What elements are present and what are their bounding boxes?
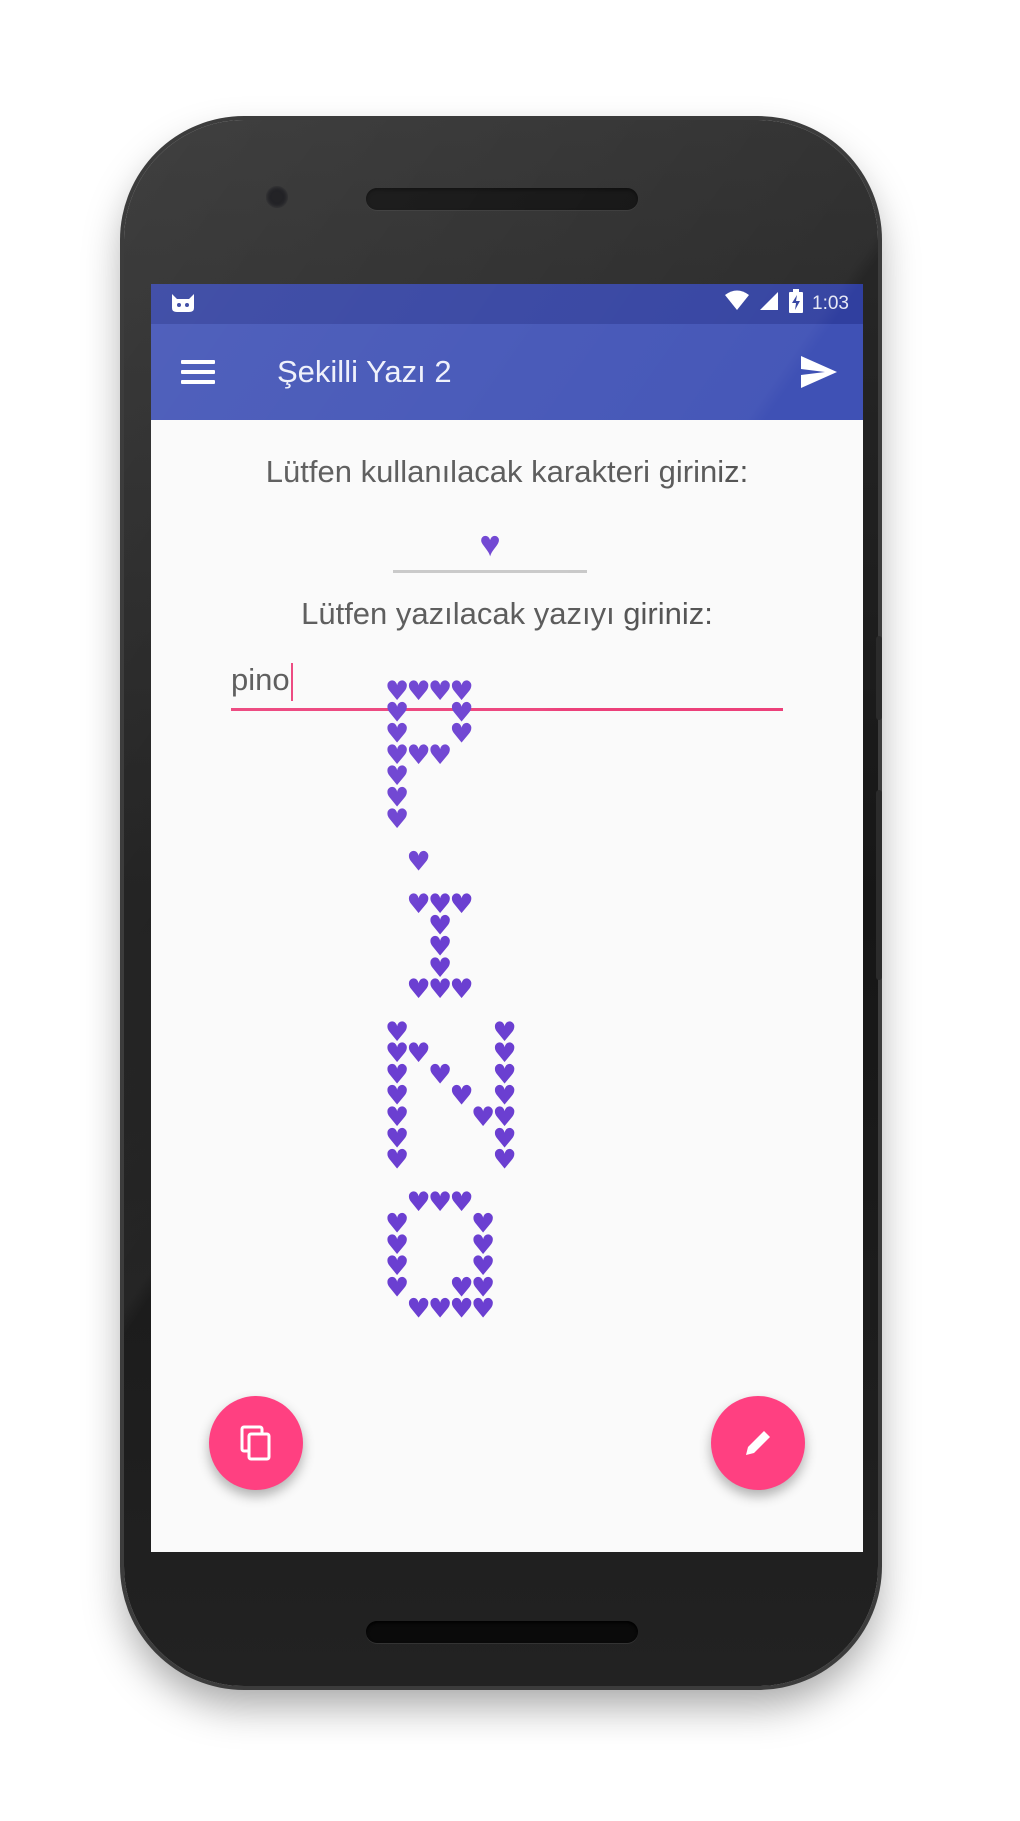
art-heart: ♥ xyxy=(450,719,474,750)
art-heart: ♥ xyxy=(428,1294,452,1325)
art-heart: ♥ xyxy=(450,889,474,920)
art-heart: ♥ xyxy=(493,1102,517,1133)
art-heart: ♥ xyxy=(471,1251,495,1282)
art-heart: ♥ xyxy=(471,1230,495,1261)
power-button xyxy=(876,790,882,980)
art-heart: ♥ xyxy=(471,1294,495,1325)
art-heart: ♥ xyxy=(493,1145,517,1176)
art-heart: ♥ xyxy=(471,1272,495,1303)
status-icons: 1:03 xyxy=(724,289,849,319)
edit-button[interactable] xyxy=(711,1396,805,1490)
art-heart: ♥ xyxy=(428,1187,452,1218)
art-heart: ♥ xyxy=(385,1059,409,1090)
art-heart: ♥ xyxy=(493,1123,517,1154)
text-cursor xyxy=(290,662,293,701)
art-heart: ♥ xyxy=(450,974,474,1005)
art-heart: ♥ xyxy=(385,1123,409,1154)
wifi-icon xyxy=(724,290,750,318)
text-label: Lütfen yazılacak yazıyı giriniz: xyxy=(301,596,713,631)
clock: 1:03 xyxy=(812,293,849,314)
copy-icon xyxy=(240,1425,271,1461)
cat-icon xyxy=(169,290,197,319)
art-heart: ♥ xyxy=(407,889,431,920)
art-heart: ♥ xyxy=(385,1081,409,1112)
art-heart: ♥ xyxy=(385,761,409,792)
art-heart: ♥ xyxy=(385,1251,409,1282)
art-heart: ♥ xyxy=(385,740,409,771)
art-heart: ♥ xyxy=(385,1038,409,1069)
art-heart: ♥ xyxy=(385,1102,409,1133)
hamburger-menu-icon[interactable] xyxy=(181,360,215,384)
send-icon[interactable] xyxy=(799,354,839,390)
text-input-value: pino xyxy=(231,662,290,697)
char-label: Lütfen kullanılacak karakteri giriniz: xyxy=(265,454,749,489)
art-heart: ♥ xyxy=(385,804,409,835)
signal-icon xyxy=(758,290,780,318)
art-heart: ♥ xyxy=(428,740,452,771)
art-heart: ♥ xyxy=(407,1294,431,1325)
art-heart: ♥ xyxy=(493,1038,517,1069)
status-bar: 1:03 xyxy=(151,284,863,324)
art-heart: ♥ xyxy=(385,1272,409,1303)
art-heart: ♥ xyxy=(428,953,452,984)
bottom-speaker xyxy=(366,1621,638,1643)
art-heart: ♥ xyxy=(385,1230,409,1261)
art-heart: ♥ xyxy=(428,932,452,963)
art-heart: ♥ xyxy=(450,1081,474,1112)
art-heart: ♥ xyxy=(428,889,452,920)
text-input[interactable]: pino xyxy=(231,652,783,711)
art-heart: ♥ xyxy=(385,1017,409,1048)
copy-button[interactable] xyxy=(209,1396,303,1490)
art-heart: ♥ xyxy=(493,1017,517,1048)
art-heart: ♥ xyxy=(385,783,409,814)
art-heart: ♥ xyxy=(493,1059,517,1090)
art-heart: ♥ xyxy=(450,1187,474,1218)
art-heart: ♥ xyxy=(450,1294,474,1325)
volume-button xyxy=(876,636,882,720)
pencil-icon xyxy=(746,1428,773,1455)
front-camera xyxy=(266,186,288,208)
art-heart: ♥ xyxy=(407,1187,431,1218)
art-heart: ♥ xyxy=(407,974,431,1005)
art-heart: ♥ xyxy=(471,1209,495,1240)
art-heart: ♥ xyxy=(471,1102,495,1133)
art-heart: ♥ xyxy=(428,910,452,941)
art-heart: ♥ xyxy=(407,740,431,771)
screen: 1:03 Şekilli Yazı 2 Lütfen kullanılacak … xyxy=(151,284,863,1552)
battery-charging-icon xyxy=(788,289,804,319)
art-heart: ♥ xyxy=(428,1059,452,1090)
top-speaker xyxy=(366,188,638,210)
art-heart: ♥ xyxy=(407,1038,431,1069)
art-heart: ♥ xyxy=(428,974,452,1005)
art-heart: ♥ xyxy=(385,719,409,750)
art-heart: ♥ xyxy=(385,1209,409,1240)
art-heart: ♥ xyxy=(493,1081,517,1112)
art-heart: ♥ xyxy=(407,846,431,877)
char-input[interactable]: ♥ xyxy=(393,520,587,573)
app-title: Şekilli Yazı 2 xyxy=(277,354,452,389)
app-bar: Şekilli Yazı 2 xyxy=(151,324,863,420)
art-heart: ♥ xyxy=(385,1145,409,1176)
art-heart: ♥ xyxy=(450,1272,474,1303)
